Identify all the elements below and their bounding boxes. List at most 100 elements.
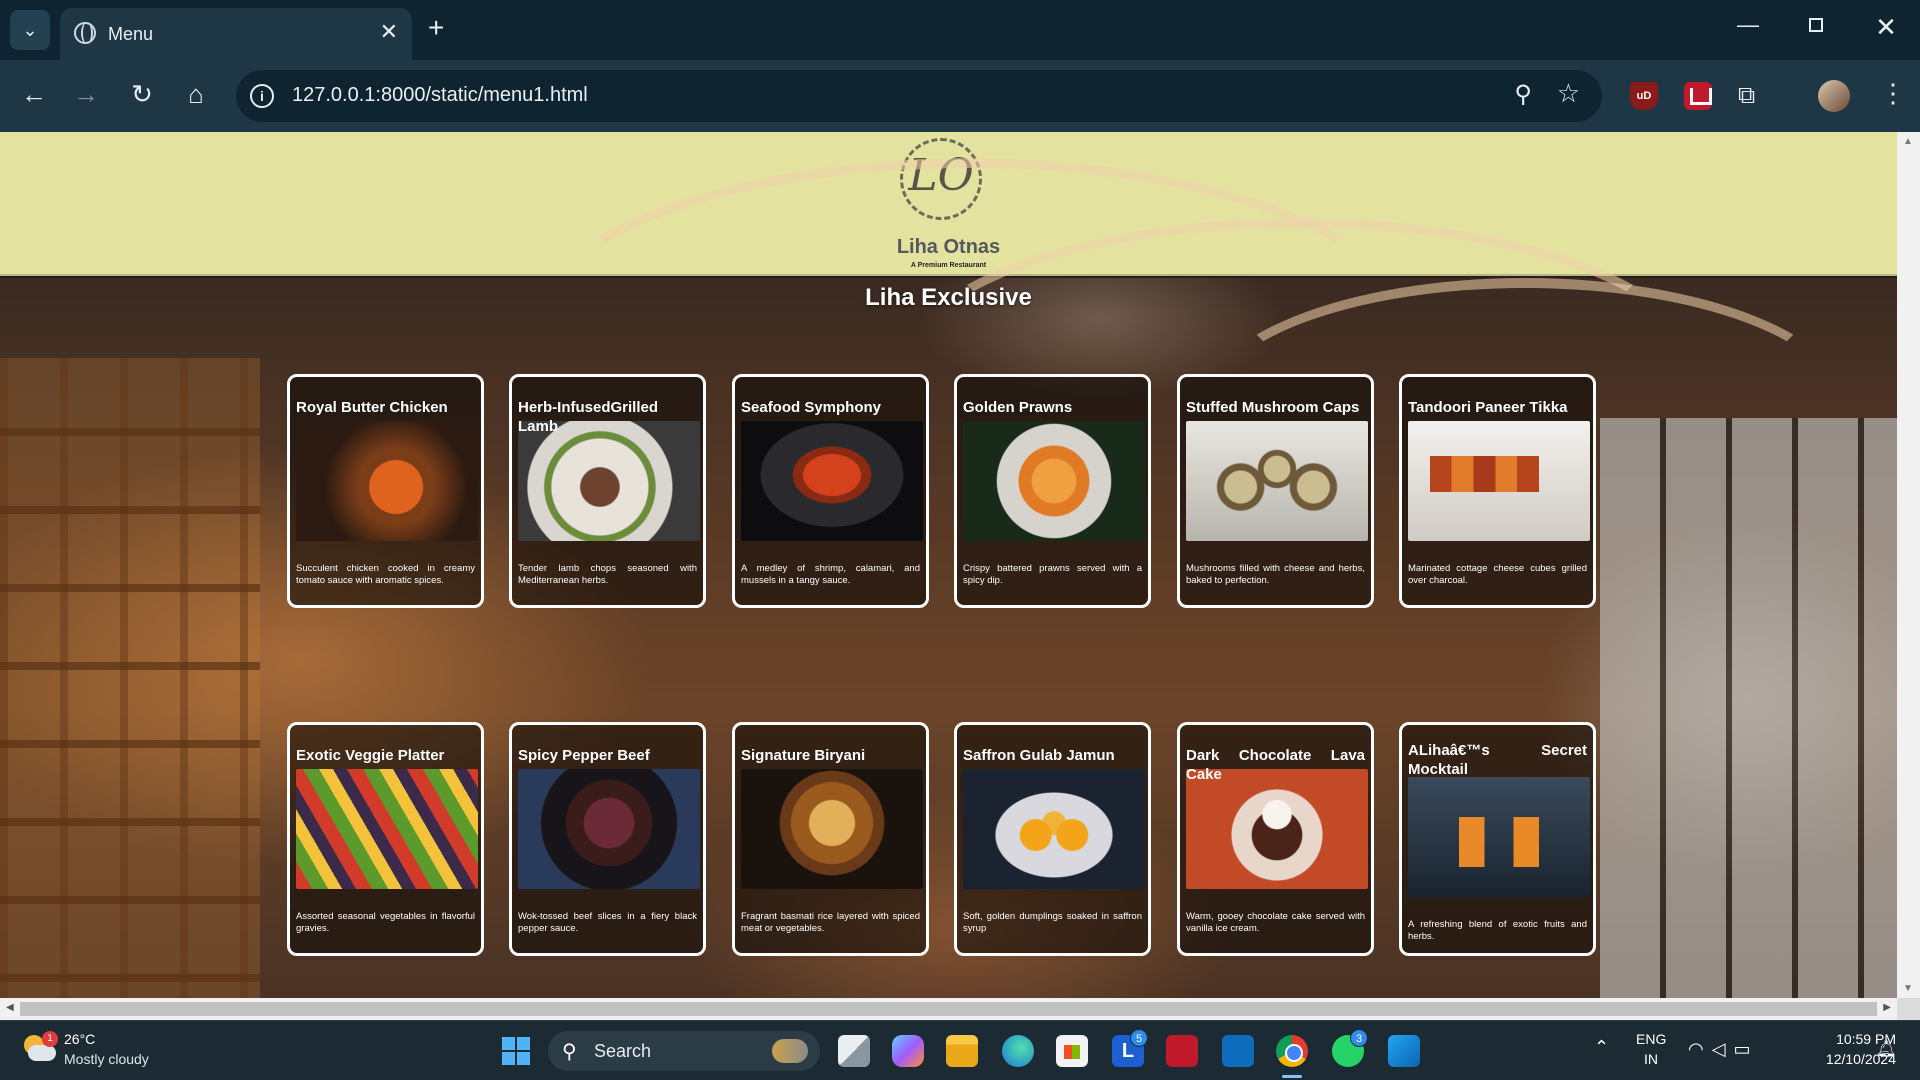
reload-icon[interactable]: ↻	[124, 80, 160, 108]
input-language[interactable]: ENG	[1636, 1031, 1666, 1047]
section-title: Liha Exclusive	[865, 284, 1032, 311]
notification-bell-icon[interactable]: 🔔︎	[1876, 1039, 1896, 1059]
menu-card[interactable]: Seafood Symphony A medley of shrimp, cal…	[732, 374, 929, 608]
vscode-icon[interactable]	[1388, 1035, 1420, 1067]
back-arrow-icon[interactable]: ←	[16, 80, 52, 108]
menu-card[interactable]: Signature Biryani Fragrant basmati rice …	[732, 722, 929, 956]
dish-name: Golden Prawns	[963, 399, 1073, 416]
browser-toolbar: ← → ↻ ⌂ i 127.0.0.1:8000/static/menu1.ht…	[0, 60, 1920, 132]
address-bar[interactable]: i 127.0.0.1:8000/static/menu1.html ⚲ ☆	[236, 70, 1602, 122]
site-info-icon[interactable]: i	[250, 84, 274, 108]
copilot-icon[interactable]	[892, 1035, 924, 1067]
dish-name: Herb-InfusedGrilled Lamb	[518, 399, 659, 435]
address-url[interactable]: 127.0.0.1:8000/static/menu1.html	[292, 84, 588, 107]
menu-card[interactable]: Tandoori Paneer Tikka Marinated cottage …	[1399, 374, 1596, 608]
menu-card[interactable]: Stuffed Mushroom Caps Mushrooms filled w…	[1177, 374, 1374, 608]
dish-description: Warm, gooey chocolate cake served with v…	[1186, 911, 1365, 934]
horizontal-scrollbar[interactable]: ◀ ▶	[0, 998, 1897, 1020]
background-shelf-rows	[0, 358, 260, 998]
dish-image	[1186, 769, 1368, 889]
file-explorer-icon[interactable]	[946, 1035, 978, 1067]
scroll-left-arrow-icon[interactable]: ◀	[6, 1002, 14, 1013]
extensions-puzzle-icon[interactable]: ⧉	[1738, 82, 1766, 110]
weather-cloud-sun-icon[interactable]: 1	[22, 1031, 58, 1063]
window-close-button[interactable]: ✕	[1866, 12, 1906, 43]
cloud-shape	[28, 1045, 56, 1061]
dish-name: Signature Biryani	[741, 747, 866, 764]
dish-description: Assorted seasonal vegetables in flavorfu…	[296, 911, 475, 934]
browser-tab-strip: ⌄ Menu ✕ + — ✕	[0, 0, 1920, 60]
scrollbar-corner	[1897, 998, 1920, 1020]
globe-icon	[74, 22, 96, 44]
home-icon[interactable]: ⌂	[178, 80, 214, 108]
weather-temperature[interactable]: 26°C	[64, 1031, 95, 1047]
menu-grid: Royal Butter Chicken Succulent chicken c…	[287, 374, 1597, 974]
dish-name: Dark Chocolate Lava Cake	[1186, 747, 1365, 783]
whatsapp-notification-badge: 3	[1350, 1029, 1368, 1047]
menu-card[interactable]: Golden Prawns Crispy battered prawns ser…	[954, 374, 1151, 608]
menu-card[interactable]: Spicy Pepper Beef Wok-tossed beef slices…	[509, 722, 706, 956]
scroll-down-arrow-icon[interactable]: ▼	[1903, 983, 1913, 994]
input-region[interactable]: IN	[1644, 1051, 1658, 1067]
dish-description: Tender lamb chops seasoned with Mediterr…	[518, 563, 697, 586]
dish-name: Spicy Pepper Beef	[518, 747, 650, 764]
dish-name: ALihaâ€™s Secret Mocktail	[1408, 742, 1587, 778]
active-app-indicator	[1282, 1075, 1302, 1078]
search-label: Search	[594, 1041, 652, 1061]
tab-search-button[interactable]: ⌄	[10, 10, 50, 50]
dish-description: Succulent chicken cooked in creamy tomat…	[296, 563, 475, 586]
menu-card[interactable]: Exotic Veggie Platter Assorted seasonal …	[287, 722, 484, 956]
scroll-up-arrow-icon[interactable]: ▲	[1903, 136, 1913, 147]
menu-card[interactable]: ALihaâ€™s Secret Mocktail A refreshing b…	[1399, 722, 1596, 956]
profile-avatar[interactable]	[1818, 80, 1850, 112]
zoom-icon[interactable]: ⚲	[1514, 80, 1532, 109]
menu-card[interactable]: Royal Butter Chicken Succulent chicken c…	[287, 374, 484, 608]
tab-close-icon[interactable]: ✕	[380, 21, 398, 43]
tab-title: Menu	[108, 24, 154, 44]
ublock-extension-icon[interactable]: uD	[1630, 82, 1658, 110]
show-hidden-icons-chevron-icon[interactable]: ⌃	[1594, 1037, 1609, 1058]
menu-section: Liha Exclusive Royal Butter Chicken Succ…	[0, 158, 1897, 998]
microsoft-store-icon[interactable]	[1056, 1035, 1088, 1067]
new-tab-button[interactable]: +	[428, 14, 444, 42]
bookmark-star-icon[interactable]: ☆	[1557, 78, 1580, 109]
chrome-icon[interactable]	[1276, 1035, 1308, 1067]
dish-description: Fragrant basmati rice layered with spice…	[741, 911, 920, 934]
window-restore-button[interactable]	[1796, 12, 1836, 38]
task-view-icon[interactable]	[838, 1035, 870, 1067]
outlook-icon[interactable]	[1222, 1035, 1254, 1067]
windows-taskbar: 1 26°C Mostly cloudy ⚲ Search L 5 3 ⌃ EN…	[0, 1020, 1920, 1080]
dish-image	[963, 769, 1145, 889]
menu-card[interactable]: Dark Chocolate Lava Cake Warm, gooey cho…	[1177, 722, 1374, 956]
dish-description: Soft, golden dumplings soaked in saffron…	[963, 911, 1142, 934]
menu-card[interactable]: Herb-InfusedGrilled Lamb Tender lamb cho…	[509, 374, 706, 608]
mcafee-icon[interactable]	[1166, 1035, 1198, 1067]
browser-menu-icon[interactable]: ⋮	[1880, 78, 1906, 108]
dish-description: Marinated cottage cheese cubes grilled o…	[1408, 563, 1587, 586]
mcafee-extension-icon[interactable]	[1684, 82, 1712, 110]
dish-image	[518, 769, 700, 889]
windows-start-icon[interactable]	[502, 1037, 530, 1065]
menu-card[interactable]: Saffron Gulab Jamun Soft, golden dumplin…	[954, 722, 1151, 956]
wifi-volume-battery-icons[interactable]: ◠◁▭	[1688, 1039, 1759, 1060]
vertical-scrollbar[interactable]: ▲ ▼	[1897, 132, 1920, 998]
search-highlight-icon	[772, 1039, 808, 1063]
dish-description: Mushrooms filled with cheese and herbs, …	[1186, 563, 1365, 586]
dish-name: Saffron Gulab Jamun	[963, 747, 1115, 764]
weather-alert-badge: 1	[42, 1031, 58, 1047]
dish-image	[1408, 777, 1590, 897]
dish-image	[1186, 421, 1368, 541]
scroll-right-arrow-icon[interactable]: ▶	[1883, 1002, 1891, 1013]
page-viewport: LO Liha Otnas A Premium Restaurant Liha …	[0, 132, 1920, 1020]
edge-browser-icon[interactable]	[1002, 1035, 1034, 1067]
lens-notification-badge: 5	[1130, 1029, 1148, 1047]
dish-name: Tandoori Paneer Tikka	[1408, 399, 1568, 416]
horizontal-scroll-thumb[interactable]	[20, 1002, 1877, 1016]
weather-description[interactable]: Mostly cloudy	[64, 1051, 149, 1067]
dish-image	[296, 421, 478, 541]
window-minimize-button[interactable]: —	[1728, 12, 1768, 38]
dish-image	[518, 421, 700, 541]
browser-tab-active[interactable]: Menu ✕	[60, 8, 412, 60]
taskbar-search-box[interactable]: ⚲ Search	[548, 1031, 820, 1071]
forward-arrow-icon[interactable]: →	[68, 80, 104, 108]
